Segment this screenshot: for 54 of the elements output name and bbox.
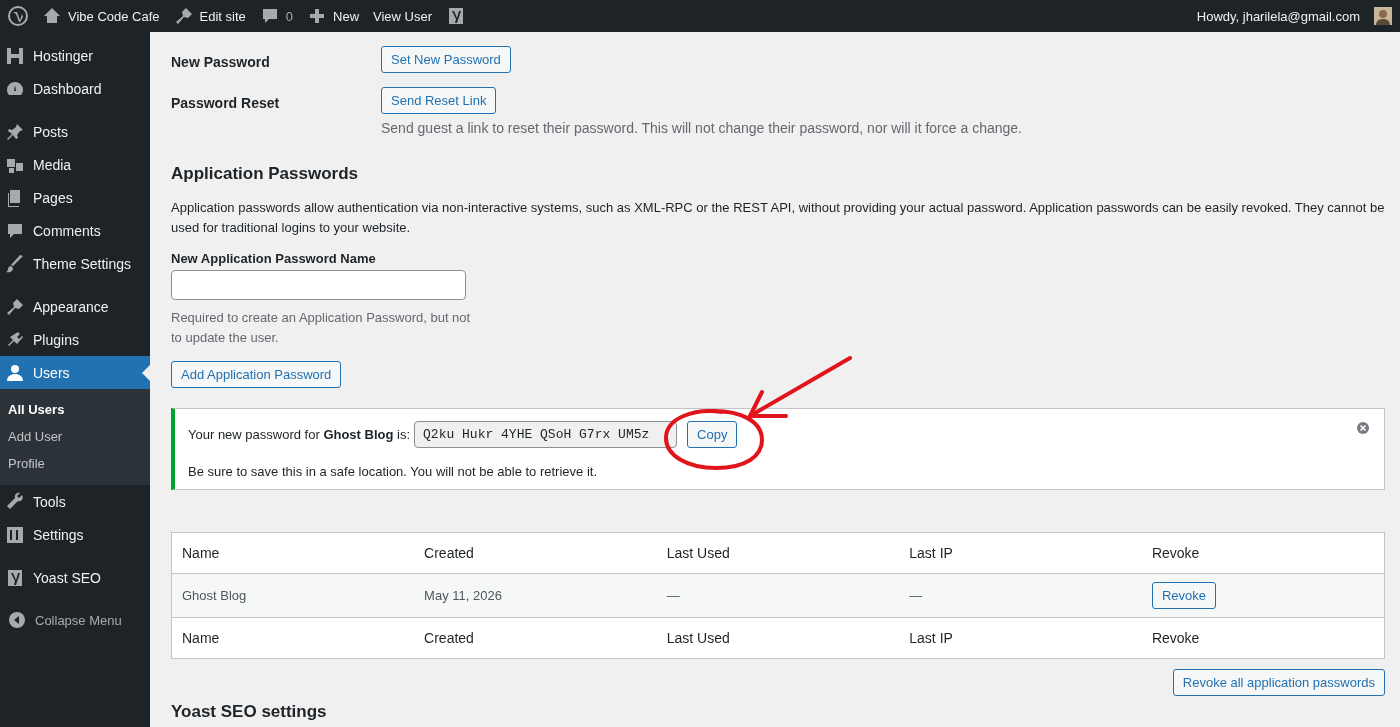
revoke-button[interactable]: Revoke	[1151, 582, 1216, 609]
submenu-item[interactable]: Profile	[0, 450, 150, 477]
comments-count[interactable]: 0	[285, 8, 294, 24]
menu-item[interactable]: Settings	[0, 518, 150, 551]
menu-item[interactable]: Posts	[0, 115, 150, 148]
column-footer: Last Used	[656, 617, 900, 659]
field-label: Password Reset	[171, 94, 281, 113]
column-header: Revoke	[1141, 532, 1385, 574]
menu-item[interactable]: Comments	[0, 214, 150, 247]
notice-message: Your new password for Ghost Blog is:	[188, 427, 411, 442]
menu-item[interactable]: Yoast SEO	[0, 561, 150, 594]
column-header: Last Used	[656, 532, 900, 574]
site-name-link[interactable]: Vibe Code Cafe	[68, 8, 160, 24]
field-label: New Password	[171, 53, 271, 72]
menu-item[interactable]: Tools	[0, 485, 150, 518]
menu-item[interactable]: Theme Settings	[0, 247, 150, 280]
form-button[interactable]: Send Reset Link	[381, 87, 497, 114]
new-link[interactable]: New	[333, 8, 360, 24]
menu-item[interactable]: Hostinger	[0, 39, 150, 72]
menu-item[interactable]: Users	[0, 356, 150, 389]
password-field[interactable]: Q2ku Hukr 4YHE QSoH G7rx UM5z	[414, 421, 678, 448]
field-description: Required to create an Application Password, but not to update the user.	[171, 309, 471, 347]
edit-site-link[interactable]: Edit site	[199, 8, 246, 24]
copy-button[interactable]: Copy	[687, 421, 738, 448]
table-cell: Ghost Blog	[171, 573, 415, 618]
column-header: Created	[414, 532, 657, 574]
menu-item[interactable]: Appearance	[0, 290, 150, 323]
field-description: Send guest a link to reset their password. This will not change their password, nor will it force a change.	[381, 120, 1022, 136]
revoke-all-button[interactable]: Revoke all application passwords	[1172, 669, 1385, 696]
howdy-link[interactable]: Howdy, jharilela@gmail.com	[1196, 8, 1360, 24]
menu-item[interactable]: Dashboard	[0, 72, 150, 105]
submenu-item[interactable]: All Users	[0, 396, 150, 423]
column-footer: Name	[171, 617, 415, 659]
column-footer: Last IP	[899, 617, 1142, 659]
section-description: Application passwords allow authentication via non-interactive systems, such as XML-RPC or the REST API, without providing your actual password. Application passwords can be easily revoked. They cannot be used for traditional logins to your website.	[171, 199, 1385, 237]
collapse-menu-button[interactable]: Collapse Menu	[0, 604, 150, 636]
menu-item[interactable]: Media	[0, 148, 150, 181]
column-header: Name	[171, 532, 415, 574]
section-title: Application Passwords	[171, 164, 360, 184]
column-footer: Revoke	[1141, 617, 1385, 659]
table-cell: —	[656, 573, 900, 618]
column-header: Last IP	[899, 532, 1142, 574]
menu-item[interactable]: Pages	[0, 181, 150, 214]
add-password-button[interactable]: Add Application Password	[171, 361, 342, 388]
notice-note: Be sure to save this in a safe location. You will not be able to retrieve it.	[188, 464, 599, 479]
form-button[interactable]: Set New Password	[381, 46, 511, 73]
table-cell: —	[899, 573, 1142, 618]
field-label: New Application Password Name	[171, 251, 377, 266]
view-user-link[interactable]: View User	[373, 8, 433, 24]
table-cell: May 11, 2026	[414, 573, 657, 618]
submenu-item[interactable]: Add User	[0, 423, 150, 450]
column-footer: Created	[414, 617, 657, 659]
menu-item[interactable]: Plugins	[0, 323, 150, 356]
section-title: Yoast SEO settings	[171, 702, 328, 722]
